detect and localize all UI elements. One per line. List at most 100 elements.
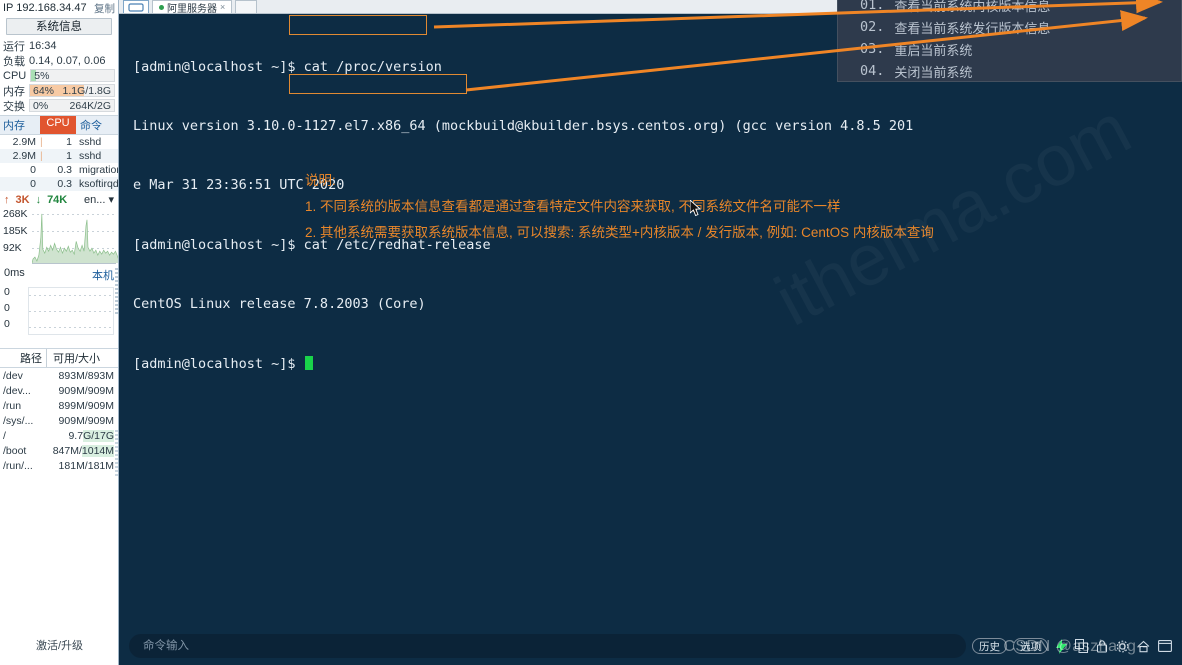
cpu-row: CPU 5% bbox=[0, 68, 118, 83]
upload-icon: ↑ bbox=[4, 193, 10, 206]
table-row: /run 899M/909M bbox=[0, 398, 118, 413]
menu-item-number: 02. bbox=[860, 19, 885, 35]
swap-label: 交换 bbox=[3, 100, 25, 113]
ping-latency: 0ms bbox=[4, 267, 25, 279]
command-input[interactable] bbox=[129, 634, 966, 658]
disk-size: 181M/181M bbox=[58, 459, 114, 472]
net-sparkline bbox=[32, 213, 118, 263]
new-session-icon[interactable] bbox=[123, 0, 149, 13]
system-info-sidebar: IP 192.168.34.47 复制 系统信息 运行 16:34 负载 0.1… bbox=[0, 0, 119, 665]
connected-status-icon bbox=[159, 4, 164, 10]
menu-item-number: 04. bbox=[860, 63, 885, 79]
explanation-notes: 说明: 1. 不同系统的版本信息查看都是通过查看特定文件内容来获取, 不同系统文… bbox=[305, 168, 1095, 246]
memory-bar-text: 64% 1.1G/1.8G bbox=[30, 84, 114, 97]
disk-table-header: 路径 可用/大小 bbox=[0, 348, 118, 368]
history-button[interactable]: 历史 bbox=[972, 638, 1007, 654]
menu-item-number: 03. bbox=[860, 41, 885, 57]
ping-graph: 0 0 0 bbox=[2, 284, 116, 338]
ip-row: IP 192.168.34.47 复制 bbox=[0, 0, 118, 15]
swap-detail: 264K/2G bbox=[69, 99, 111, 112]
settings-icon[interactable] bbox=[1116, 640, 1129, 653]
table-row: /dev... 909M/909M bbox=[0, 383, 118, 398]
note-item: 2. 其他系统需要获取系统版本信息, 可以搜索: 系统类型+内核版本 / 发行版… bbox=[305, 225, 934, 240]
memory-detail: 1.1G/1.8G bbox=[62, 84, 111, 97]
load-row: 负载 0.14, 0.07, 0.06 bbox=[0, 53, 118, 68]
disk-path: /run bbox=[3, 399, 22, 412]
tab-session[interactable]: 阿里服务器 × bbox=[152, 0, 233, 14]
copy-icon[interactable] bbox=[1075, 639, 1088, 653]
activate-upgrade-button[interactable]: 激活/升级 bbox=[0, 625, 118, 665]
table-row: 2.9M | 1 sshd bbox=[0, 135, 118, 149]
row-command: sshd bbox=[79, 150, 102, 162]
process-table-header: 内存 CPU 命令 bbox=[0, 115, 118, 135]
row-command: sshd bbox=[79, 136, 102, 148]
row-cpu: 1 bbox=[66, 150, 72, 162]
disk-size: 909M/909M bbox=[58, 414, 114, 427]
swap-percent: 0% bbox=[33, 99, 49, 112]
col-cpu[interactable]: CPU bbox=[40, 116, 76, 134]
cpu-usage-bar: 5% bbox=[30, 69, 115, 82]
home-icon[interactable] bbox=[1137, 640, 1150, 653]
menu-item-label: 查看当前系统发行版本信息 bbox=[894, 20, 1051, 36]
disk-size: 9.7G/17G bbox=[68, 429, 114, 442]
ping-target[interactable]: 本机 bbox=[92, 267, 114, 283]
monitor-icon bbox=[128, 2, 144, 12]
tab-label: 阿里服务器 bbox=[167, 3, 217, 14]
lock-icon[interactable] bbox=[1096, 639, 1108, 653]
table-row: / 9.7G/17G bbox=[0, 428, 118, 443]
disk-path: /dev bbox=[3, 369, 23, 382]
disk-size: 893M/893M bbox=[58, 369, 114, 382]
uptime-label: 运行 bbox=[3, 40, 25, 53]
terminal-pane[interactable]: [admin@localhost ~]$ cat /proc/version L… bbox=[119, 14, 1182, 665]
load-label: 负载 bbox=[3, 55, 25, 68]
disk-table: 路径 可用/大小 /dev 893M/893M /dev... 909M/909… bbox=[0, 348, 118, 473]
memory-usage-bar: 64% 1.1G/1.8G bbox=[29, 84, 115, 97]
sidebar-scroll-ticks-secondary[interactable] bbox=[115, 430, 118, 476]
col-command[interactable]: 命令 bbox=[76, 116, 118, 134]
upload-rate: 3K bbox=[15, 193, 30, 206]
quick-command-menu[interactable]: 01. 查看当前系统内核版本信息 02. 查看当前系统发行版本信息 03. 重启… bbox=[837, 0, 1182, 82]
menu-item-label: 关闭当前系统 bbox=[894, 64, 973, 80]
sidebar-scroll-ticks[interactable] bbox=[115, 268, 118, 314]
uptime-value: 16:34 bbox=[29, 39, 57, 52]
memory-label: 内存 bbox=[3, 85, 25, 98]
disk-path: /dev... bbox=[3, 384, 31, 397]
prompt-text: [admin@localhost ~]$ bbox=[133, 355, 304, 372]
net-ytick-0: 268K bbox=[3, 208, 28, 220]
activate-upgrade-label: 激活/升级 bbox=[35, 640, 84, 652]
ping-ytick-1: 0 bbox=[4, 302, 10, 314]
disk-size: 899M/909M bbox=[58, 399, 114, 412]
system-info-button[interactable]: 系统信息 bbox=[6, 18, 112, 35]
menu-item-04[interactable]: 04. 关闭当前系统 bbox=[838, 60, 1181, 82]
menu-item-number: 01. bbox=[860, 0, 885, 13]
row-command: migration bbox=[79, 164, 119, 176]
table-row: 0 0.3 ksoftirqd, bbox=[0, 177, 118, 191]
options-button[interactable]: 选项 bbox=[1013, 638, 1048, 654]
network-interface-select[interactable]: en... ▾ bbox=[84, 193, 114, 206]
window-icon[interactable] bbox=[1158, 640, 1172, 652]
col-memory[interactable]: 内存 bbox=[0, 116, 40, 134]
download-rate: 74K bbox=[47, 193, 68, 206]
network-stats-row: ↑ 3K ↓ 74K en... ▾ bbox=[0, 191, 118, 207]
disk-path: /sys/... bbox=[3, 414, 34, 427]
net-ytick-2: 92K bbox=[3, 242, 22, 254]
menu-item-03[interactable]: 03. 重启当前系统 bbox=[838, 38, 1181, 60]
menu-item-01[interactable]: 01. 查看当前系统内核版本信息 bbox=[838, 0, 1181, 16]
col-path: 路径 bbox=[20, 353, 42, 365]
terminal-cursor bbox=[304, 355, 313, 370]
table-row: 2.9M | 1 sshd bbox=[0, 149, 118, 163]
add-tab-button[interactable] bbox=[235, 0, 258, 13]
table-row: /run/... 181M/181M bbox=[0, 458, 118, 473]
row-memory: 0 bbox=[30, 164, 36, 176]
ping-graph-plot bbox=[28, 287, 114, 335]
ping-ytick-2: 0 bbox=[4, 318, 10, 330]
row-cpu: 1 bbox=[66, 136, 72, 148]
menu-item-label: 查看当前系统内核版本信息 bbox=[894, 0, 1051, 14]
lightning-icon[interactable] bbox=[1056, 638, 1067, 654]
cpu-percent: 5% bbox=[34, 69, 50, 82]
menu-item-02[interactable]: 02. 查看当前系统发行版本信息 bbox=[838, 16, 1181, 38]
disk-path: /boot bbox=[3, 444, 27, 457]
close-icon[interactable]: × bbox=[220, 2, 225, 12]
copy-ip-button[interactable]: 复制 bbox=[94, 1, 115, 16]
network-graph: 268K 185K 92K bbox=[2, 208, 118, 264]
